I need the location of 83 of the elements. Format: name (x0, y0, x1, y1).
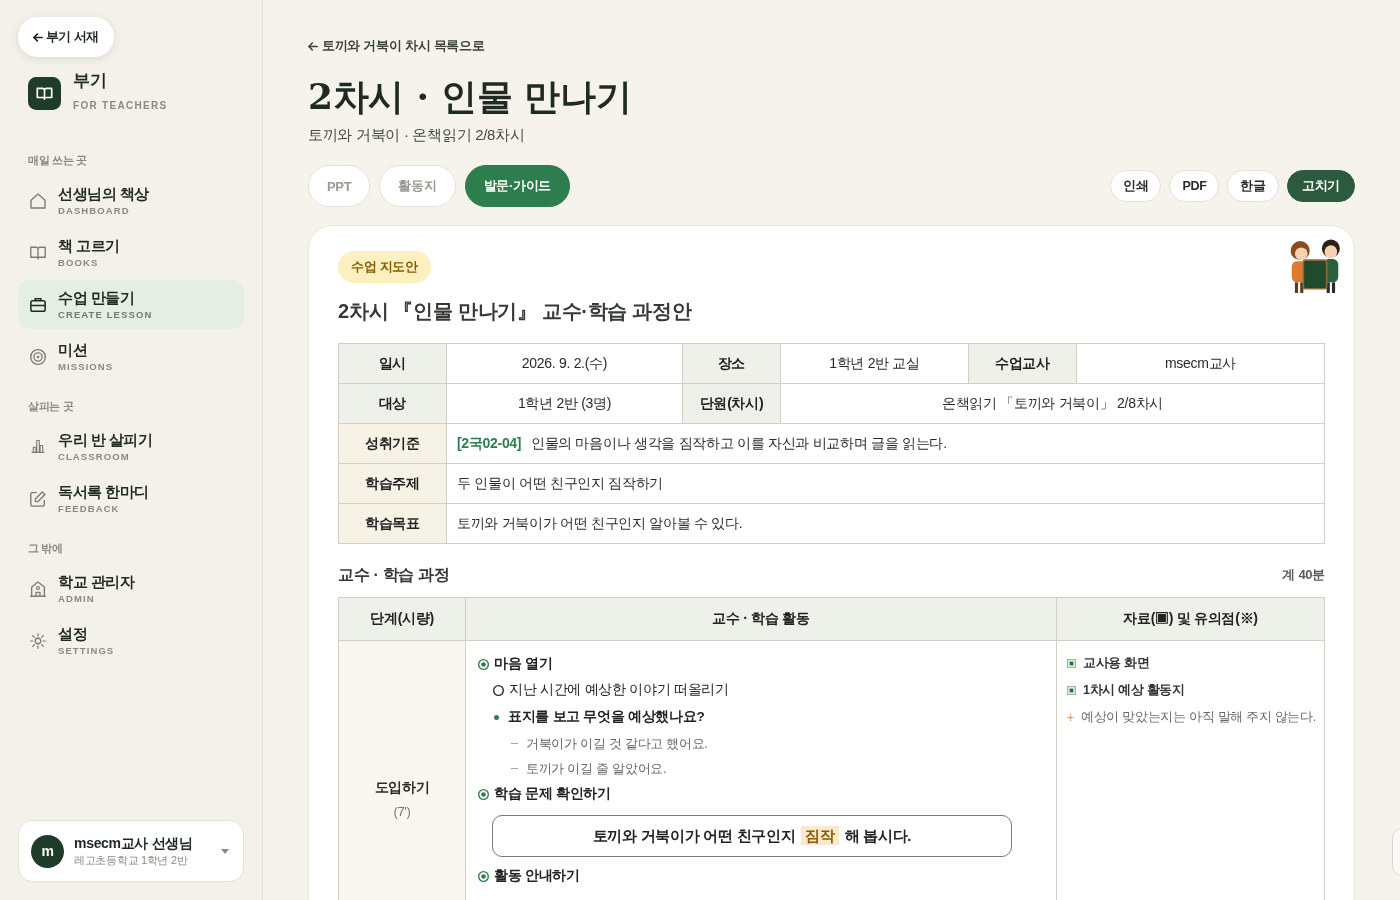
nav-item[interactable]: 미션 MISSIONS (18, 332, 244, 381)
nav-item[interactable]: 독서록 한마디 FEEDBACK (18, 474, 244, 523)
dash-icon (511, 742, 518, 745)
asterisk-icon (1067, 714, 1074, 721)
activity-heading: 학습 문제 확인하기 (494, 785, 611, 803)
document-type-badge: 수업 지도안 (338, 251, 431, 283)
arrow-left-icon (308, 41, 318, 51)
table-cell: 1학년 2반 (3명) (446, 383, 683, 424)
home-icon (30, 192, 46, 209)
edit-icon (30, 490, 46, 507)
table-header-cell: 교수 · 학습 활동 (465, 597, 1057, 641)
page-title: 2차시 · 인물 만나기 (308, 74, 632, 119)
radio-dot-icon (478, 658, 489, 670)
action-button[interactable]: 고치기 (1286, 170, 1355, 202)
activity-step: 지난 시간에 예상한 이야기 떠올리기 (509, 681, 729, 699)
table-header-cell: 장소 (682, 343, 781, 384)
kids-with-board-drawing (1290, 239, 1340, 294)
material-text: 교사용 화면 (1083, 655, 1150, 672)
brand-name: 부기 (73, 70, 108, 92)
nav-item[interactable]: 선생님의 책상 DASHBOARD (18, 176, 244, 225)
book-logo-icon (28, 77, 61, 110)
nav-item[interactable]: 책 고르기 BOOKS (18, 228, 244, 277)
view-tab[interactable]: 발문·가이드 (464, 165, 571, 207)
user-menu[interactable]: m msecm교사 선생님 레고초등학교 1학년 2반 (18, 820, 244, 882)
arrow-left-icon (33, 32, 43, 42)
nav-item[interactable]: 설정 SETTINGS (18, 616, 244, 665)
table-header-cell: 자료(▣) 및 유의점(※) (1056, 597, 1325, 641)
action-button[interactable]: 인쇄 (1109, 170, 1162, 202)
nav-item[interactable]: 수업 만들기 CREATE LESSON (18, 280, 244, 329)
stage-name: 도입하기 (373, 778, 431, 797)
circle-icon (493, 684, 504, 696)
activity-heading: 마음 열기 (494, 655, 553, 673)
table-header-cell: 성취기준 (338, 423, 447, 464)
table-cell: 토끼와 거북이가 어떤 친구인지 알아볼 수 있다. (446, 503, 1325, 544)
action-button[interactable]: PDF (1169, 170, 1220, 202)
table-cell: [2국02-04] 인물의 마음이나 생각을 짐작하고 이를 자신과 비교하며 글을 읽는다. (446, 423, 1325, 464)
back-button[interactable]: 부기 서재 (18, 17, 114, 57)
nav-section-title: 매일 쓰는 곳 (28, 153, 88, 167)
table-cell: 온책읽기 「토끼와 거북이」 2/8차시 (780, 383, 1325, 424)
briefcase-icon (30, 296, 46, 313)
radio-dot-icon (478, 870, 489, 882)
bullet-dot-icon (494, 714, 499, 720)
action-button[interactable]: 한글 (1227, 170, 1279, 202)
user-avatar: m (31, 834, 64, 868)
brand-tagline: FOR TEACHERS (73, 100, 168, 111)
table-header-cell: 대상 (338, 383, 447, 424)
nav-section-title: 그 밖에 (28, 541, 64, 555)
table-header-cell: 일시 (338, 343, 447, 384)
table-cell: 두 인물이 어떤 친구인지 짐작하기 (446, 463, 1325, 504)
lesson-plan-title: 2차시 『인물 만나기』 교수·학습 과정안 (338, 299, 692, 324)
material-text: 1차시 예상 활동지 (1083, 682, 1185, 699)
section-title: 교수 · 학습 과정 (338, 565, 450, 585)
back-link[interactable]: 토끼와 거북이 차시 목록으로 (308, 37, 485, 55)
learning-goal-text: 토끼와 거북이가 어떤 친구인지 짐작 해 봅시다. (592, 826, 912, 846)
building-icon (30, 580, 46, 597)
answer-text: 거북이가 이길 것 같다고 했어요. (526, 734, 708, 753)
table-cell: msecm교사 (1076, 343, 1325, 384)
caret-down-icon (221, 848, 229, 854)
table-header-cell: 단원(차시) (682, 383, 781, 424)
radio-dot-icon (478, 788, 489, 800)
question-text: 표지를 보고 무엇을 예상했나요? (508, 708, 705, 726)
page-subtitle: 토끼와 거북이 · 온책읽기 2/8차시 (308, 125, 525, 145)
square-marker-icon (1067, 686, 1076, 695)
square-marker-icon (1067, 659, 1076, 668)
table-header-cell: 단계(시량) (338, 597, 466, 641)
table-header-cell: 수업교사 (968, 343, 1077, 384)
sun-icon (30, 632, 46, 649)
total-time: 계 40분 (1282, 566, 1325, 584)
stage-time: (7') (392, 804, 412, 819)
nav-item[interactable]: 학교 관리자 ADMIN (18, 564, 244, 613)
nav-section-title: 살피는 곳 (28, 399, 75, 413)
table-cell: 2026. 9. 2.(수) (446, 343, 683, 384)
nav-item[interactable]: 우리 반 살피기 CLASSROOM (18, 422, 244, 471)
answer-text: 토끼가 이길 줄 알았어요. (526, 759, 667, 778)
target-icon (30, 348, 46, 365)
note-text: 예상이 맞았는지는 아직 말해 주지 않는다. (1081, 709, 1316, 726)
book-icon (30, 244, 46, 261)
table-cell: 1학년 2반 교실 (780, 343, 969, 384)
table-header-cell: 학습주제 (338, 463, 447, 504)
bar-chart-icon (31, 440, 45, 453)
table-header-cell: 학습목표 (338, 503, 447, 544)
dash-icon (511, 767, 518, 770)
activity-heading: 활동 안내하기 (494, 867, 580, 885)
